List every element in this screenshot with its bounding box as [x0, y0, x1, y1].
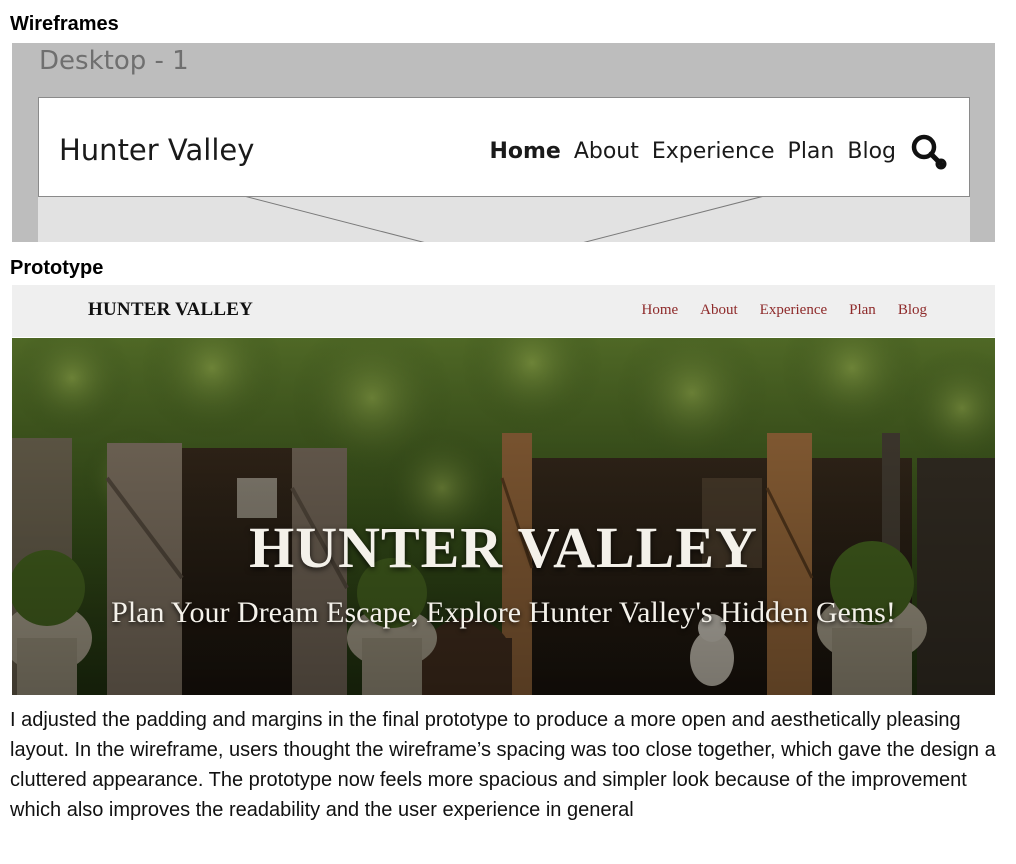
- wireframe-nav-blog[interactable]: Blog: [847, 139, 896, 164]
- prototype-navbar: HUNTER VALLEY Home About Experience Plan…: [12, 285, 995, 337]
- wireframe-nav: Home About Experience Plan Blog: [476, 131, 949, 171]
- wireframe-frame-label: Desktop - 1: [39, 46, 189, 76]
- wireframe-navbar: Hunter Valley Home About Experience Plan…: [38, 97, 970, 197]
- prototype-heading: Prototype: [10, 257, 104, 279]
- wireframe-nav-plan[interactable]: Plan: [788, 139, 835, 164]
- prototype-nav-blog[interactable]: Blog: [898, 302, 927, 319]
- description-text: I adjusted the padding and margins in th…: [10, 709, 996, 821]
- wireframe-nav-about[interactable]: About: [574, 139, 639, 164]
- wireframe-nav-home[interactable]: Home: [489, 139, 560, 164]
- wireframe-preview: Desktop - 1 Hunter Valley Home About Exp…: [12, 43, 995, 242]
- wireframe-nav-experience[interactable]: Experience: [652, 139, 775, 164]
- wireframes-heading: Wireframes: [10, 13, 119, 35]
- wireframe-brand: Hunter Valley: [59, 133, 255, 167]
- prototype-nav-about[interactable]: About: [700, 302, 738, 319]
- prototype-brand[interactable]: HUNTER VALLEY: [88, 299, 253, 321]
- prototype-nav-home[interactable]: Home: [642, 302, 679, 319]
- prototype-hero: HUNTER VALLEY Plan Your Dream Escape, Ex…: [12, 338, 995, 695]
- hero-title: HUNTER VALLEY: [249, 515, 758, 580]
- search-icon[interactable]: [909, 131, 949, 171]
- hero-subtitle: Plan Your Dream Escape, Explore Hunter V…: [111, 596, 896, 629]
- prototype-nav-plan[interactable]: Plan: [849, 302, 876, 319]
- prototype-nav: Home About Experience Plan Blog: [620, 302, 928, 319]
- prototype-nav-experience[interactable]: Experience: [760, 302, 827, 319]
